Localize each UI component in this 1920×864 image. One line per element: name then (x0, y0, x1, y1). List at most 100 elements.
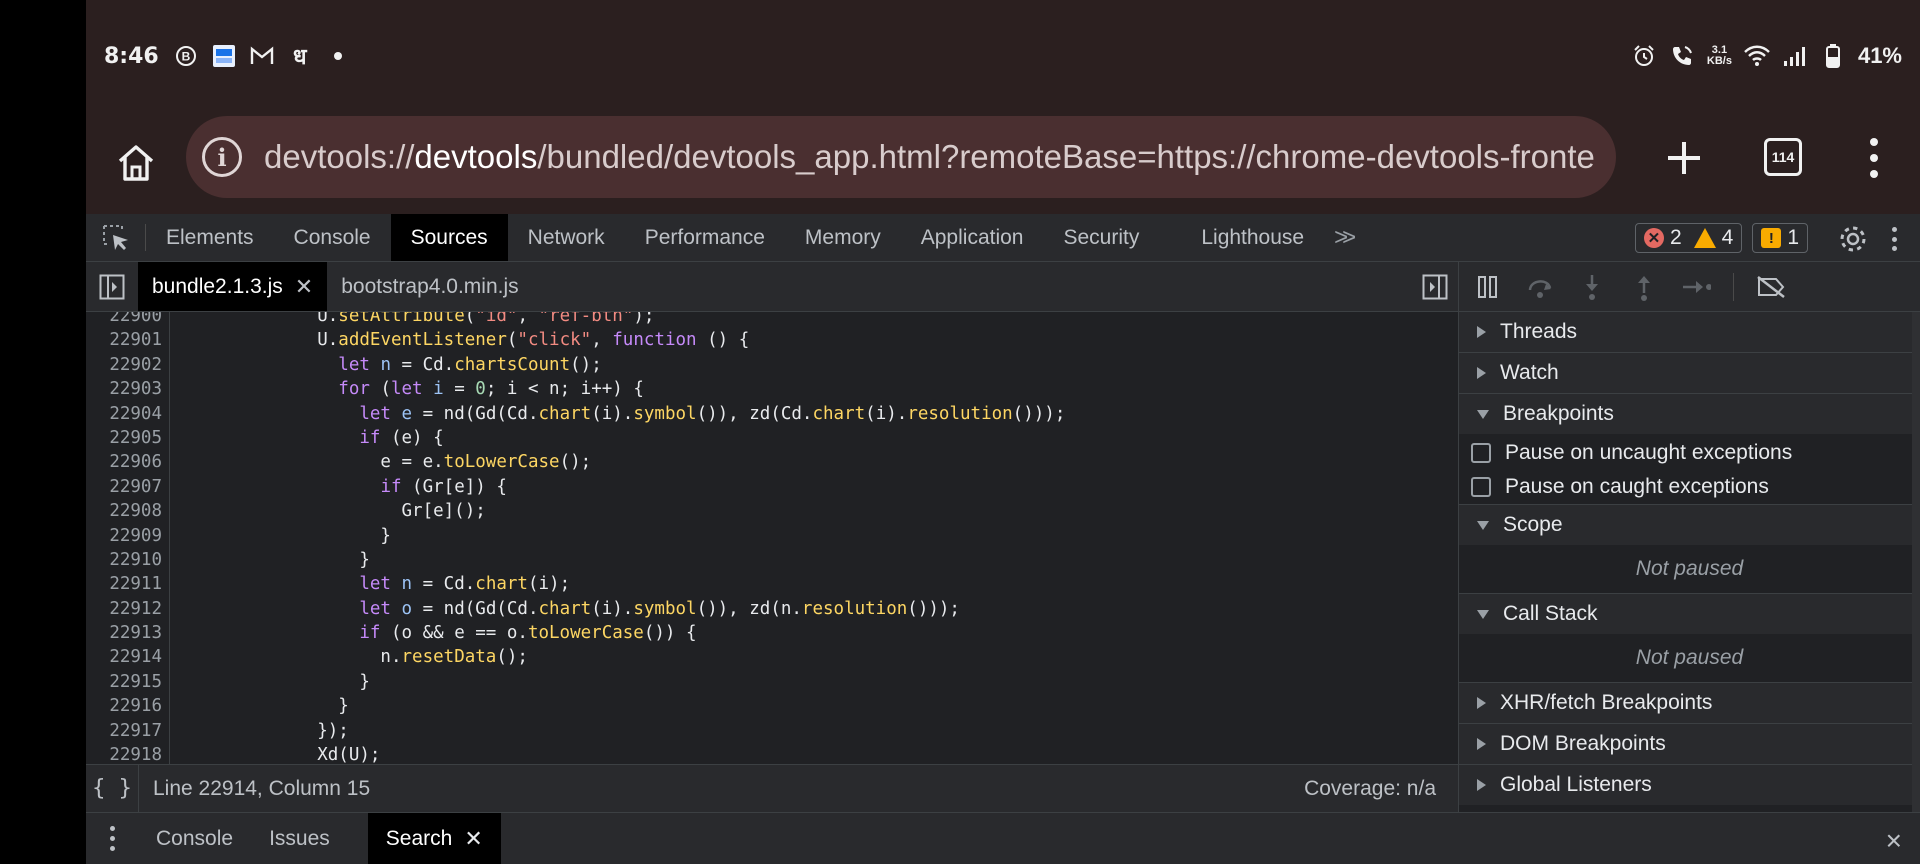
line-number[interactable]: 22900 (86, 312, 162, 328)
code-text[interactable]: let o = nd(Gd(Cd.chart(i).symbol()), zd(… (86, 597, 960, 621)
pause-caught-row[interactable]: Pause on caught exceptions (1459, 470, 1920, 504)
line-number[interactable]: 22902 (86, 353, 162, 377)
tab-network[interactable]: Network (508, 214, 625, 261)
code-line[interactable]: 22907 if (Gr[e]) { (86, 475, 1374, 499)
line-number[interactable]: 22918 (86, 743, 162, 764)
deactivate-breakpoints-icon[interactable] (1756, 272, 1786, 302)
code-text[interactable]: let e = nd(Gd(Cd.chart(i).symbol()), zd(… (86, 402, 1065, 426)
line-number[interactable]: 22913 (86, 621, 162, 645)
tab-security[interactable]: Security (1043, 214, 1181, 261)
scope-pane[interactable]: Scope Not paused (1459, 505, 1920, 594)
code-line[interactable]: 22906 e = e.toLowerCase(); (86, 450, 1374, 474)
line-number[interactable]: 22903 (86, 377, 162, 401)
step-over-icon[interactable] (1525, 272, 1555, 302)
code-line[interactable]: 22900 U.setAttribute("id", "ref-btn"); (86, 312, 1374, 328)
code-line[interactable]: 22917 }); (86, 719, 1374, 743)
code-line[interactable]: 22901 U.addEventListener("click", functi… (86, 328, 1374, 352)
settings-gear-icon[interactable] (1836, 222, 1870, 256)
debugger-sidebar-toggle-icon[interactable] (1422, 274, 1448, 300)
sidebar-scrollbar[interactable] (1912, 312, 1920, 812)
code-line[interactable]: 22903 for (let i = 0; i < n; i++) { (86, 377, 1374, 401)
file-tab-bootstrap[interactable]: bootstrap4.0.min.js (327, 262, 532, 311)
browser-menu-button[interactable] (1854, 132, 1894, 184)
line-number[interactable]: 22914 (86, 645, 162, 669)
tab-elements[interactable]: Elements (146, 214, 274, 261)
code-line[interactable]: 22905 if (e) { (86, 426, 1374, 450)
code-text[interactable]: let n = Cd.chartsCount(); (86, 353, 601, 377)
code-text[interactable]: if (o && e == o.toLowerCase()) { (86, 621, 696, 645)
tab-lighthouse[interactable]: Lighthouse (1181, 214, 1324, 261)
code-line[interactable]: 22904 let e = nd(Gd(Cd.chart(i).symbol()… (86, 402, 1374, 426)
line-number[interactable]: 22901 (86, 328, 162, 352)
code-editor[interactable]: 22900 U.setAttribute("id", "ref-btn"); 22… (86, 312, 1458, 764)
call-stack-pane[interactable]: Call Stack Not paused (1459, 594, 1920, 683)
pretty-print-icon[interactable]: { } (86, 776, 138, 801)
code-line[interactable]: 22916 } (86, 694, 1374, 718)
close-tab-icon[interactable]: ✕ (464, 826, 482, 852)
drawer-menu-button[interactable] (86, 813, 138, 864)
code-text[interactable]: for (let i = 0; i < n; i++) { (86, 377, 644, 401)
line-number[interactable]: 22904 (86, 402, 162, 426)
line-number[interactable]: 22912 (86, 597, 162, 621)
code-line[interactable]: 22913 if (o && e == o.toLowerCase()) { (86, 621, 1374, 645)
pause-uncaught-checkbox[interactable] (1471, 443, 1491, 463)
line-number[interactable]: 22917 (86, 719, 162, 743)
file-tab-bundle[interactable]: bundle2.1.3.js ✕ (138, 262, 328, 311)
threads-pane[interactable]: Threads (1459, 312, 1920, 353)
close-drawer-icon[interactable]: × (1886, 825, 1902, 857)
drawer-tab-search[interactable]: Search ✕ (367, 813, 501, 864)
step-into-icon[interactable] (1577, 272, 1607, 302)
code-text[interactable]: U.setAttribute("id", "ref-btn"); (86, 312, 654, 328)
devtools-menu-button[interactable] (1884, 224, 1904, 254)
tab-sources[interactable]: Sources (390, 214, 508, 261)
code-line[interactable]: 22915 } (86, 670, 1374, 694)
pause-uncaught-row[interactable]: Pause on uncaught exceptions (1459, 436, 1920, 470)
xhr-breakpoints-pane[interactable]: XHR/fetch Breakpoints (1459, 683, 1920, 724)
line-number[interactable]: 22909 (86, 524, 162, 548)
close-tab-icon[interactable]: ✕ (295, 274, 313, 300)
step-out-icon[interactable] (1629, 272, 1659, 302)
more-tabs-chevron-icon[interactable]: >> (1324, 214, 1360, 261)
tab-performance[interactable]: Performance (625, 214, 785, 261)
url-text[interactable]: devtools://devtools/bundled/devtools_app… (264, 138, 1595, 176)
code-lines[interactable]: 22900 U.setAttribute("id", "ref-btn"); 22… (86, 312, 1374, 764)
line-number[interactable]: 22911 (86, 572, 162, 596)
code-line[interactable]: 22912 let o = nd(Gd(Cd.chart(i).symbol()… (86, 597, 1374, 621)
pause-icon[interactable] (1473, 272, 1503, 302)
line-number[interactable]: 22915 (86, 670, 162, 694)
line-number[interactable]: 22916 (86, 694, 162, 718)
global-listeners-pane[interactable]: Global Listeners (1459, 765, 1920, 805)
issues-counter[interactable]: ! 1 (1752, 223, 1808, 253)
line-number[interactable]: 22905 (86, 426, 162, 450)
url-bar[interactable]: i devtools://devtools/bundled/devtools_a… (186, 116, 1616, 198)
tab-console[interactable]: Console (274, 214, 391, 261)
step-icon[interactable] (1681, 272, 1711, 302)
issue-counters[interactable]: ✕ 2 4 ! 1 (1634, 222, 1808, 254)
error-warning-counter[interactable]: ✕ 2 4 (1634, 223, 1743, 253)
tab-switcher-button[interactable]: 114 (1764, 138, 1802, 176)
code-line[interactable]: 22908 Gr[e](); (86, 499, 1374, 523)
code-text[interactable]: U.addEventListener("click", function () … (86, 328, 749, 352)
line-number[interactable]: 22908 (86, 499, 162, 523)
code-line[interactable]: 22911 let n = Cd.chart(i); (86, 572, 1374, 596)
code-line[interactable]: 22918 Xd(U); (86, 743, 1374, 764)
code-line[interactable]: 22909 } (86, 524, 1374, 548)
drawer-tab-issues[interactable]: Issues (251, 813, 368, 864)
watch-pane[interactable]: Watch (1459, 353, 1920, 394)
drawer-tab-console[interactable]: Console (138, 813, 251, 864)
navigator-toggle-icon[interactable] (86, 262, 138, 311)
code-line[interactable]: 22914 n.resetData(); (86, 645, 1374, 669)
line-number[interactable]: 22906 (86, 450, 162, 474)
tab-memory[interactable]: Memory (785, 214, 901, 261)
pause-caught-checkbox[interactable] (1471, 477, 1491, 497)
inspect-element-icon[interactable] (86, 224, 146, 251)
code-line[interactable]: 22902 let n = Cd.chartsCount(); (86, 353, 1374, 377)
tab-application[interactable]: Application (901, 214, 1044, 261)
line-number[interactable]: 22907 (86, 475, 162, 499)
code-line[interactable]: 22910 } (86, 548, 1374, 572)
dom-breakpoints-pane[interactable]: DOM Breakpoints (1459, 724, 1920, 765)
line-number[interactable]: 22910 (86, 548, 162, 572)
new-tab-button[interactable] (1656, 130, 1712, 186)
home-button[interactable] (86, 112, 186, 214)
info-icon[interactable]: i (202, 137, 242, 177)
